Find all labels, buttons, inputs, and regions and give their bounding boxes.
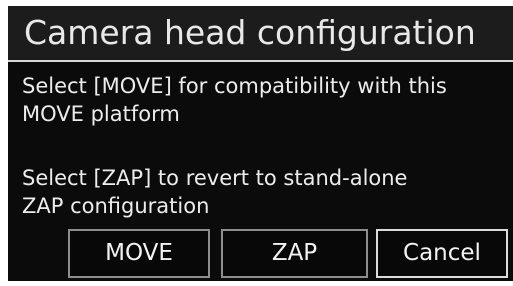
camera-config-dialog: Camera head configuration Select [MOVE] … xyxy=(8,6,513,281)
move-button[interactable]: MOVE xyxy=(68,229,210,278)
dialog-title: Camera head configuration xyxy=(24,13,476,52)
dialog-body: Select [MOVE] for compatibility with thi… xyxy=(8,60,513,281)
cancel-button[interactable]: Cancel xyxy=(376,229,508,278)
zap-instruction: Select [ZAP] to revert to stand-alone ZA… xyxy=(22,164,407,220)
move-instruction-line1: Select [MOVE] for compatibility with thi… xyxy=(22,74,447,98)
zap-instruction-line1: Select [ZAP] to revert to stand-alone xyxy=(22,166,408,190)
move-instruction: Select [MOVE] for compatibility with thi… xyxy=(22,72,447,128)
zap-instruction-line2: ZAP configuration xyxy=(22,194,210,218)
move-instruction-line2: MOVE platform xyxy=(22,102,180,126)
zap-button[interactable]: ZAP xyxy=(221,229,368,278)
